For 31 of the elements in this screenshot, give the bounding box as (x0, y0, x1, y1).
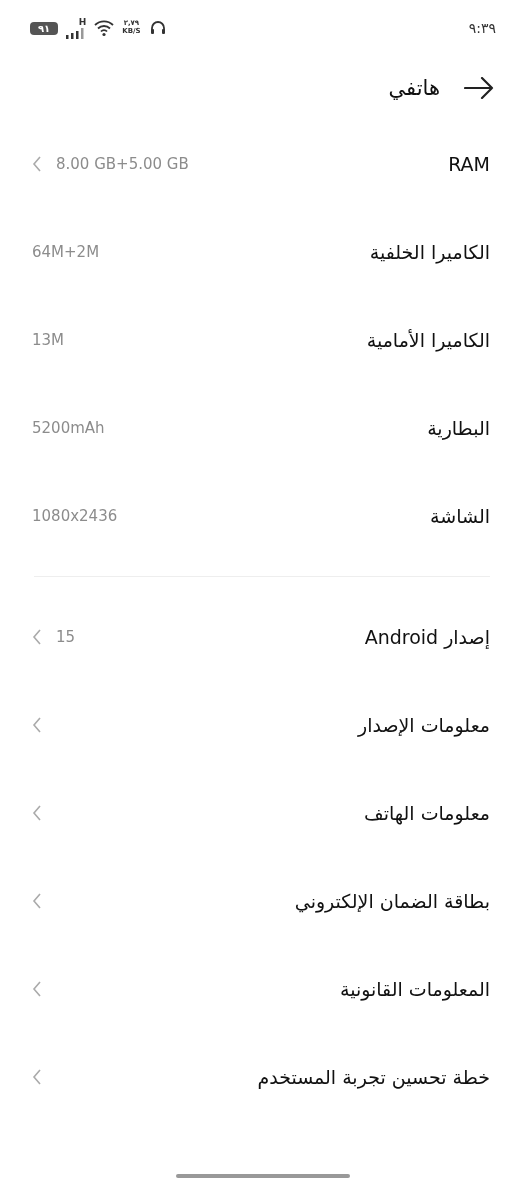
wifi-icon (94, 19, 115, 37)
item-value: 1080x2436 (32, 507, 118, 525)
item-label: الكاميرا الخلفية (369, 241, 490, 263)
settings-item[interactable]: خطة تحسين تجربة المستخدم (0, 1033, 526, 1121)
item-value: 5200mAh (32, 419, 105, 437)
item-value: 13M (32, 331, 65, 349)
item-label: معلومات الهاتف (364, 802, 490, 824)
item-label: معلومات الإصدار (357, 714, 490, 736)
item-value: 64M+2M (32, 243, 100, 261)
settings-item[interactable]: بطاقة الضمان الإلكتروني (0, 857, 526, 945)
settings-item[interactable]: 8.00 GB+5.00 GB RAM (0, 120, 526, 208)
item-label: المعلومات القانونية (340, 978, 490, 1000)
back-arrow-icon[interactable] (464, 77, 494, 99)
item-label: الكاميرا الأمامية (366, 329, 490, 351)
settings-item[interactable]: المعلومات القانونية (0, 945, 526, 1033)
item-label: الشاشة (430, 505, 490, 527)
clock-time: ٩:٣٩ (468, 20, 496, 36)
item-value: 15 (56, 628, 76, 646)
item-label: إصدار Android (364, 626, 490, 648)
battery-indicator: ٩١ (30, 21, 59, 35)
item-label: البطارية (427, 417, 490, 439)
item-label: RAM (448, 153, 490, 175)
network-type: H (78, 17, 87, 27)
item-value: 8.00 GB+5.00 GB (56, 155, 189, 173)
item-label: خطة تحسين تجربة المستخدم (257, 1066, 490, 1088)
page-title: هاتفي (388, 76, 440, 100)
settings-item[interactable]: معلومات الهاتف (0, 769, 526, 857)
headphones-icon (148, 19, 167, 37)
item-label: بطاقة الضمان الإلكتروني (294, 890, 490, 912)
signal-icon (66, 26, 87, 39)
settings-item[interactable]: معلومات الإصدار (0, 681, 526, 769)
